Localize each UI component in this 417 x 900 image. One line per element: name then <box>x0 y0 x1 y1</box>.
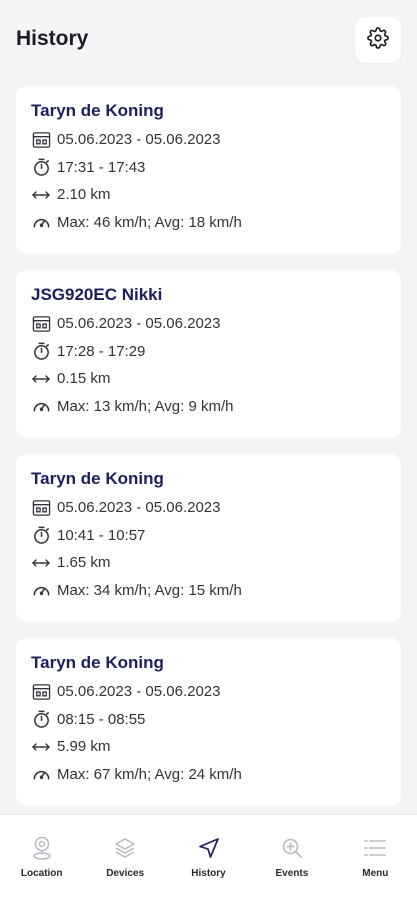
trip-time: 17:28 - 17:29 <box>57 342 146 360</box>
menu-list-icon <box>362 835 388 861</box>
trip-distance: 2.10 km <box>57 186 111 204</box>
stopwatch-icon <box>31 709 51 729</box>
trip-speed-row: Max: 46 km/h; Avg: 18 km/h <box>31 209 386 237</box>
nav-label: Devices <box>106 868 145 879</box>
trip-time-row: 17:31 - 17:43 <box>31 154 386 182</box>
nav-item-events[interactable]: Events <box>250 815 333 900</box>
calendar-icon <box>31 498 51 518</box>
trip-date: 05.06.2023 - 05.06.2023 <box>57 499 221 517</box>
stopwatch-icon <box>31 157 51 177</box>
speedometer-icon <box>31 580 51 600</box>
stopwatch-icon <box>31 341 51 361</box>
trip-distance-row: 1.65 km <box>31 549 386 577</box>
trip-speed: Max: 46 km/h; Avg: 18 km/h <box>57 213 242 231</box>
trip-distance: 0.15 km <box>57 370 111 388</box>
trip-distance-row: 0.15 km <box>31 365 386 393</box>
nav-label: Events <box>275 868 309 879</box>
trip-speed-row: Max: 13 km/h; Avg: 9 km/h <box>31 393 386 421</box>
speedometer-icon <box>31 396 51 416</box>
nav-item-history[interactable]: History <box>167 815 250 900</box>
trip-time: 10:41 - 10:57 <box>57 526 146 544</box>
trip-distance-row: 5.99 km <box>31 733 386 761</box>
trip-device-name: JSG920EC Nikki <box>31 285 163 304</box>
trip-card[interactable]: Taryn de Koning 05.06.2023 - 05.06.2023 … <box>16 638 401 805</box>
trip-time-row: 17:28 - 17:29 <box>31 338 386 366</box>
speedometer-icon <box>31 764 51 784</box>
distance-arrows-icon <box>31 737 51 757</box>
trip-distance-row: 2.10 km <box>31 181 386 209</box>
header: History <box>0 0 417 82</box>
page-title: History <box>16 27 89 50</box>
trip-distance: 1.65 km <box>57 554 111 572</box>
distance-arrows-icon <box>31 185 51 205</box>
calendar-icon <box>31 130 51 150</box>
nav-label: History <box>191 868 226 879</box>
trip-speed-row: Max: 34 km/h; Avg: 15 km/h <box>31 577 386 605</box>
trip-date-row: 05.06.2023 - 05.06.2023 <box>31 310 386 338</box>
nav-item-location[interactable]: Location <box>0 815 83 900</box>
trip-speed: Max: 34 km/h; Avg: 15 km/h <box>57 581 242 599</box>
distance-arrows-icon <box>31 553 51 573</box>
trip-date-row: 05.06.2023 - 05.06.2023 <box>31 494 386 522</box>
trip-card[interactable]: Taryn de Koning 05.06.2023 - 05.06.2023 … <box>16 454 401 621</box>
trip-speed: Max: 67 km/h; Avg: 24 km/h <box>57 765 242 783</box>
distance-arrows-icon <box>31 369 51 389</box>
nav-item-devices[interactable]: Devices <box>83 815 166 900</box>
navigation-arrow-icon <box>196 835 222 861</box>
zoom-plus-icon <box>279 835 305 861</box>
trip-time-row: 08:15 - 08:55 <box>31 706 386 734</box>
trip-date: 05.06.2023 - 05.06.2023 <box>57 131 221 149</box>
settings-button[interactable] <box>355 17 401 63</box>
stopwatch-icon <box>31 525 51 545</box>
calendar-icon <box>31 314 51 334</box>
trip-device-name: Taryn de Koning <box>31 101 164 120</box>
trip-date: 05.06.2023 - 05.06.2023 <box>57 315 221 333</box>
layers-icon <box>112 835 138 861</box>
trip-device-name: Taryn de Koning <box>31 469 164 488</box>
trip-time: 08:15 - 08:55 <box>57 710 146 728</box>
trip-device-name: Taryn de Koning <box>31 653 164 672</box>
nav-item-menu[interactable]: Menu <box>334 815 417 900</box>
trip-card[interactable]: Taryn de Koning 05.06.2023 - 05.06.2023 … <box>16 86 401 253</box>
location-pin-icon <box>29 835 55 861</box>
trip-distance: 5.99 km <box>57 738 111 756</box>
trip-date-row: 05.06.2023 - 05.06.2023 <box>31 126 386 154</box>
trip-card[interactable]: JSG920EC Nikki 05.06.2023 - 05.06.2023 1… <box>16 270 401 437</box>
trip-time-row: 10:41 - 10:57 <box>31 522 386 550</box>
nav-label: Location <box>20 868 63 879</box>
trip-speed: Max: 13 km/h; Avg: 9 km/h <box>57 397 234 415</box>
trip-date: 05.06.2023 - 05.06.2023 <box>57 683 221 701</box>
bottom-navigation: Location Devices History Events Menu <box>0 814 417 900</box>
nav-label: Menu <box>362 868 389 879</box>
trip-list: Taryn de Koning 05.06.2023 - 05.06.2023 … <box>16 86 401 822</box>
trip-time: 17:31 - 17:43 <box>57 158 146 176</box>
speedometer-icon <box>31 212 51 232</box>
trip-date-row: 05.06.2023 - 05.06.2023 <box>31 678 386 706</box>
calendar-icon <box>31 682 51 702</box>
gear-icon <box>367 26 389 54</box>
trip-speed-row: Max: 67 km/h; Avg: 24 km/h <box>31 761 386 789</box>
